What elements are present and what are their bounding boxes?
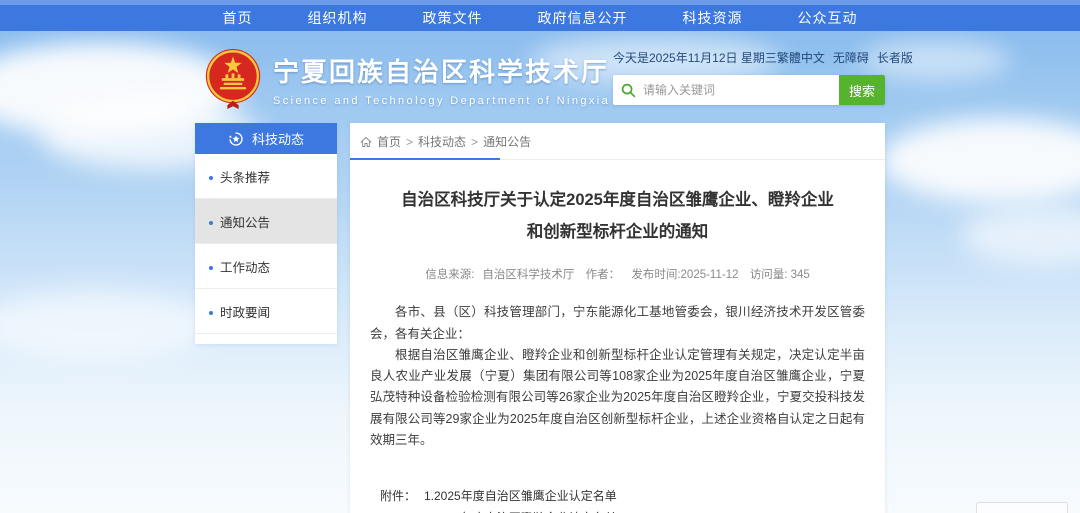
nav-item-home[interactable]: 首页 bbox=[223, 8, 253, 28]
article-paragraph: 根据自治区雏鹰企业、瞪羚企业和创新型标杆企业认定管理有关规定，决定认定半亩良人农… bbox=[370, 345, 865, 451]
sidebar-header: 科技动态 bbox=[195, 123, 337, 154]
sidebar-title: 科技动态 bbox=[252, 129, 304, 148]
top-nav-bar: 首页 组织机构 政策文件 政府信息公开 科技资源 公众互动 bbox=[0, 0, 1080, 31]
home-icon bbox=[360, 136, 372, 148]
article-title: 自治区科技厅关于认定2025年度自治区雏鹰企业、瞪羚企业 和创新型标杆企业的通知 bbox=[384, 184, 851, 248]
search-input[interactable] bbox=[643, 75, 839, 105]
nav-item-gov-info-disclosure[interactable]: 政府信息公开 bbox=[538, 8, 628, 28]
breadcrumb-home[interactable]: 首页 bbox=[377, 133, 401, 150]
nav-item-public-interaction[interactable]: 公众互动 bbox=[798, 8, 858, 28]
attachments-label: 附件： bbox=[380, 487, 424, 504]
article-paragraph: 各市、县（区）科技管理部门，宁东能源化工基地管委会，银川经济技术开发区管委会，各… bbox=[370, 302, 865, 345]
meta-author-label: 作者： bbox=[586, 269, 621, 281]
article-meta: 信息来源: 自治区科学技术厅 作者： 发布时间:2025-11-12 访问量: 3… bbox=[350, 266, 885, 282]
floating-widget bbox=[976, 502, 1068, 513]
sidebar-item-notices[interactable]: 通知公告 bbox=[195, 199, 337, 244]
attachments-section: 附件： 1.2025年度自治区雏鹰企业认定名单 2.2025年度自治区瞪羚企业认… bbox=[380, 487, 885, 513]
link-traditional-chinese[interactable]: 繁體中文 bbox=[777, 49, 825, 66]
nav-item-policy-documents[interactable]: 政策文件 bbox=[423, 8, 483, 28]
sci-tech-news-icon bbox=[228, 131, 244, 147]
search-bar: 搜索 bbox=[613, 75, 885, 105]
national-emblem-logo bbox=[203, 47, 263, 111]
link-accessibility[interactable]: 无障碍 bbox=[833, 49, 869, 66]
meta-visit-count: 访问量: 345 bbox=[750, 269, 810, 281]
meta-source-label: 信息来源: bbox=[425, 269, 474, 281]
site-subtitle: Science and Technology Department of Nin… bbox=[273, 95, 610, 107]
meta-publish-time: 发布时间:2025-11-12 bbox=[631, 269, 738, 281]
cloud-decoration bbox=[960, 205, 1080, 265]
nav-item-sci-tech-resources[interactable]: 科技资源 bbox=[683, 8, 743, 28]
sidebar-item-work-updates[interactable]: 工作动态 bbox=[195, 244, 337, 289]
article-body: 各市、县（区）科技管理部门，宁东能源化工基地管委会，银川经济技术开发区管委会，各… bbox=[370, 302, 865, 451]
cloud-decoration bbox=[0, 290, 210, 360]
sidebar-item-current-politics[interactable]: 时政要闻 bbox=[195, 289, 337, 334]
breadcrumb-notices[interactable]: 通知公告 bbox=[483, 133, 531, 150]
search-button[interactable]: 搜索 bbox=[839, 75, 885, 105]
sidebar: 科技动态 头条推荐 通知公告 工作动态 时政要闻 bbox=[195, 123, 337, 344]
current-date: 今天是2025年11月12日 星期三 bbox=[613, 49, 777, 66]
breadcrumb: 首页 > 科技动态 > 通知公告 bbox=[350, 123, 885, 160]
article-panel: 首页 > 科技动态 > 通知公告 自治区科技厅关于认定2025年度自治区雏鹰企业… bbox=[350, 123, 885, 513]
site-header: 宁夏回族自治区科学技术厅 Science and Technology Depa… bbox=[195, 31, 885, 123]
link-senior-version[interactable]: 长者版 bbox=[877, 49, 913, 66]
sidebar-item-headline-recommend[interactable]: 头条推荐 bbox=[195, 154, 337, 199]
attachment-link-2[interactable]: 2.2025年度自治区瞪羚企业认定名单 bbox=[424, 509, 885, 513]
site-brand[interactable]: 宁夏回族自治区科学技术厅 Science and Technology Depa… bbox=[203, 47, 610, 111]
site-title: 宁夏回族自治区科学技术厅 bbox=[273, 52, 610, 89]
search-icon bbox=[613, 75, 643, 105]
nav-item-organization[interactable]: 组织机构 bbox=[308, 8, 368, 28]
meta-source: 自治区科学技术厅 bbox=[482, 269, 574, 281]
attachment-link-1[interactable]: 1.2025年度自治区雏鹰企业认定名单 bbox=[424, 487, 885, 504]
breadcrumb-sci-tech-news[interactable]: 科技动态 bbox=[418, 133, 466, 150]
cloud-decoration bbox=[880, 118, 1080, 203]
